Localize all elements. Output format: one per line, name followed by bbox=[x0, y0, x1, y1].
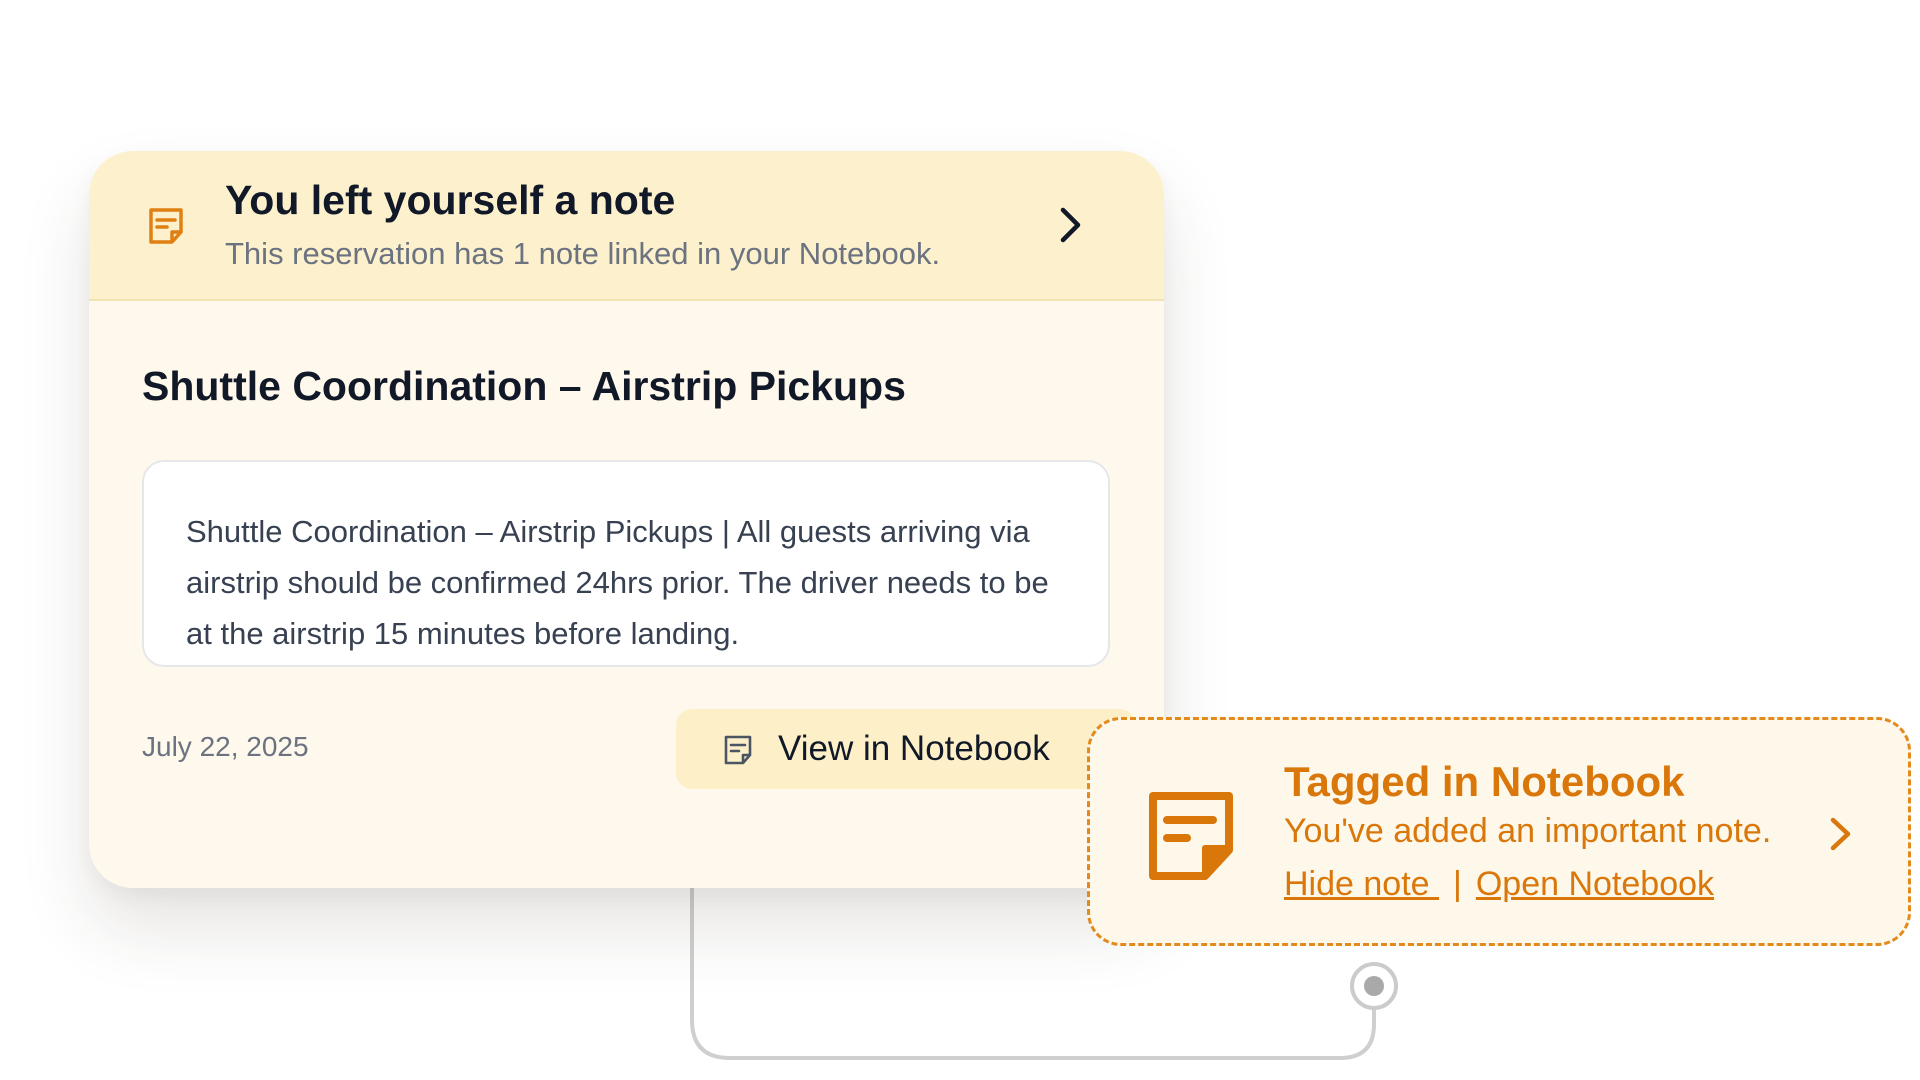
note-banner[interactable]: You left yourself a note This reservatio… bbox=[89, 151, 1164, 301]
banner-subtitle: This reservation has 1 note linked in yo… bbox=[225, 236, 941, 271]
tag-links: Hide note | Open Notebook bbox=[1284, 865, 1714, 904]
tag-title: Tagged in Notebook bbox=[1284, 758, 1685, 805]
note-icon bbox=[724, 735, 752, 765]
open-notebook-link[interactable]: Open Notebook bbox=[1476, 865, 1714, 903]
note-icon bbox=[1149, 792, 1233, 880]
connector-handle[interactable] bbox=[1350, 962, 1398, 1010]
chevron-right-icon[interactable] bbox=[1823, 812, 1859, 856]
tagged-notebook-popover: Tagged in Notebook You've added an impor… bbox=[1087, 717, 1911, 946]
note-body-box: Shuttle Coordination – Airstrip Pickups … bbox=[142, 460, 1110, 667]
note-icon bbox=[149, 208, 183, 244]
note-body-text: Shuttle Coordination – Airstrip Pickups … bbox=[186, 514, 1049, 651]
chevron-right-icon[interactable] bbox=[1047, 202, 1093, 248]
link-separator: | bbox=[1453, 865, 1462, 903]
hide-note-link[interactable]: Hide note bbox=[1284, 865, 1439, 903]
view-in-notebook-label: View in Notebook bbox=[778, 729, 1050, 768]
stage: You left yourself a note This reservatio… bbox=[0, 0, 1920, 1080]
note-title: Shuttle Coordination – Airstrip Pickups bbox=[142, 363, 906, 409]
banner-title: You left yourself a note bbox=[225, 177, 676, 223]
note-date: July 22, 2025 bbox=[142, 731, 309, 762]
note-card: You left yourself a note This reservatio… bbox=[89, 151, 1164, 888]
tag-subtitle: You've added an important note. bbox=[1284, 812, 1772, 850]
view-in-notebook-button[interactable]: View in Notebook bbox=[676, 709, 1136, 789]
connector-handle-dot bbox=[1364, 976, 1384, 996]
